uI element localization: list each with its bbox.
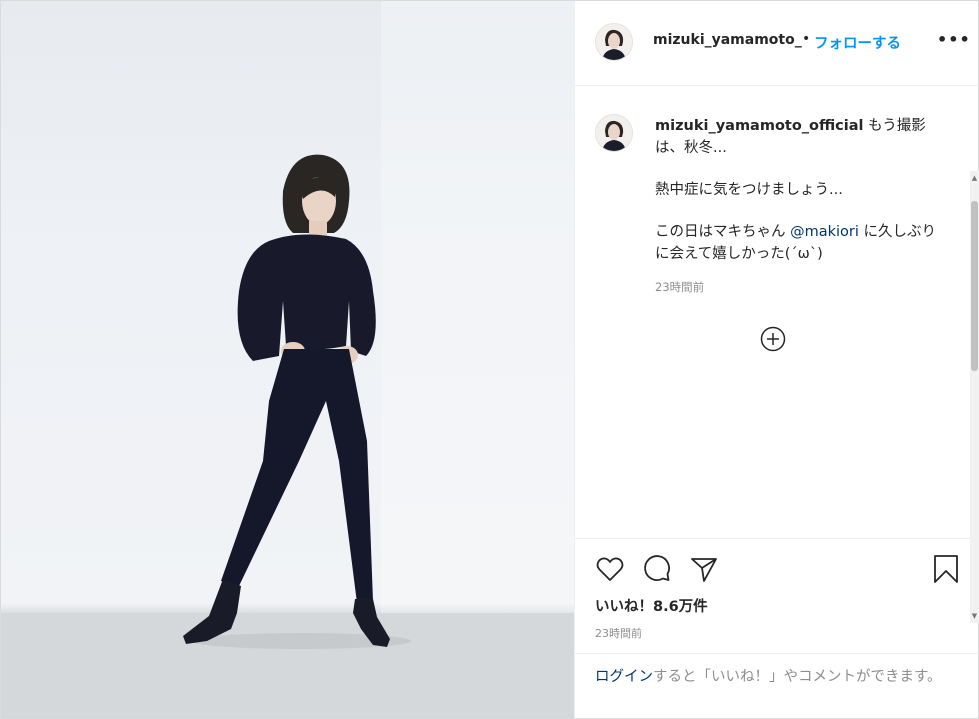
caption-author[interactable]: mizuki_yamamoto_official [655, 118, 864, 134]
header-username[interactable]: mizuki_yamamoto_ [653, 32, 802, 48]
profile-picture-icon [596, 115, 632, 151]
avatar[interactable] [595, 114, 633, 152]
model-figure [1, 1, 574, 718]
post-photo[interactable] [1, 1, 574, 718]
load-more-comments-icon[interactable] [760, 326, 786, 352]
caption-pre: この日はマキちゃん [655, 224, 791, 240]
avatar[interactable] [595, 23, 633, 61]
likes-count[interactable]: いいね！8.6万件 [595, 595, 708, 616]
scrollbar-thumb[interactable] [971, 201, 978, 371]
share-icon[interactable] [689, 554, 719, 584]
caption-timestamp: 23時間前 [655, 280, 705, 294]
more-options-icon[interactable]: ••• [937, 30, 971, 49]
caption-line2: 熱中症に気をつけましょう... [655, 182, 843, 198]
comment-icon[interactable] [642, 554, 672, 584]
login-link[interactable]: ログイン [595, 669, 653, 685]
login-prompt-text: すると「いいね！」やコメントができます。 [653, 669, 942, 685]
instagram-post-embed: mizuki_yamamoto_ • フォローする ••• mizuki_yam… [0, 0, 979, 719]
comments-area: mizuki_yamamoto_official もう撮影は、秋冬... 熱中症… [575, 86, 979, 623]
bookmark-icon[interactable] [931, 554, 961, 584]
login-prompt: ログインすると「いいね！」やコメントができます。 [575, 653, 979, 719]
mention-link[interactable]: @makiori [790, 224, 859, 240]
post-side-panel: mizuki_yamamoto_ • フォローする ••• mizuki_yam… [574, 1, 979, 718]
post-timestamp: 23時間前 [595, 627, 642, 640]
post-header: mizuki_yamamoto_ • フォローする ••• [575, 1, 979, 86]
header-separator: • [802, 31, 811, 47]
post-caption: mizuki_yamamoto_official もう撮影は、秋冬... 熱中症… [655, 115, 945, 265]
scroll-up-icon[interactable]: ▲ [971, 174, 978, 182]
heart-icon[interactable] [595, 554, 625, 584]
follow-button[interactable]: フォローする [814, 32, 901, 53]
post-actions: いいね！8.6万件 23時間前 [575, 538, 979, 654]
profile-picture-icon [596, 24, 632, 60]
